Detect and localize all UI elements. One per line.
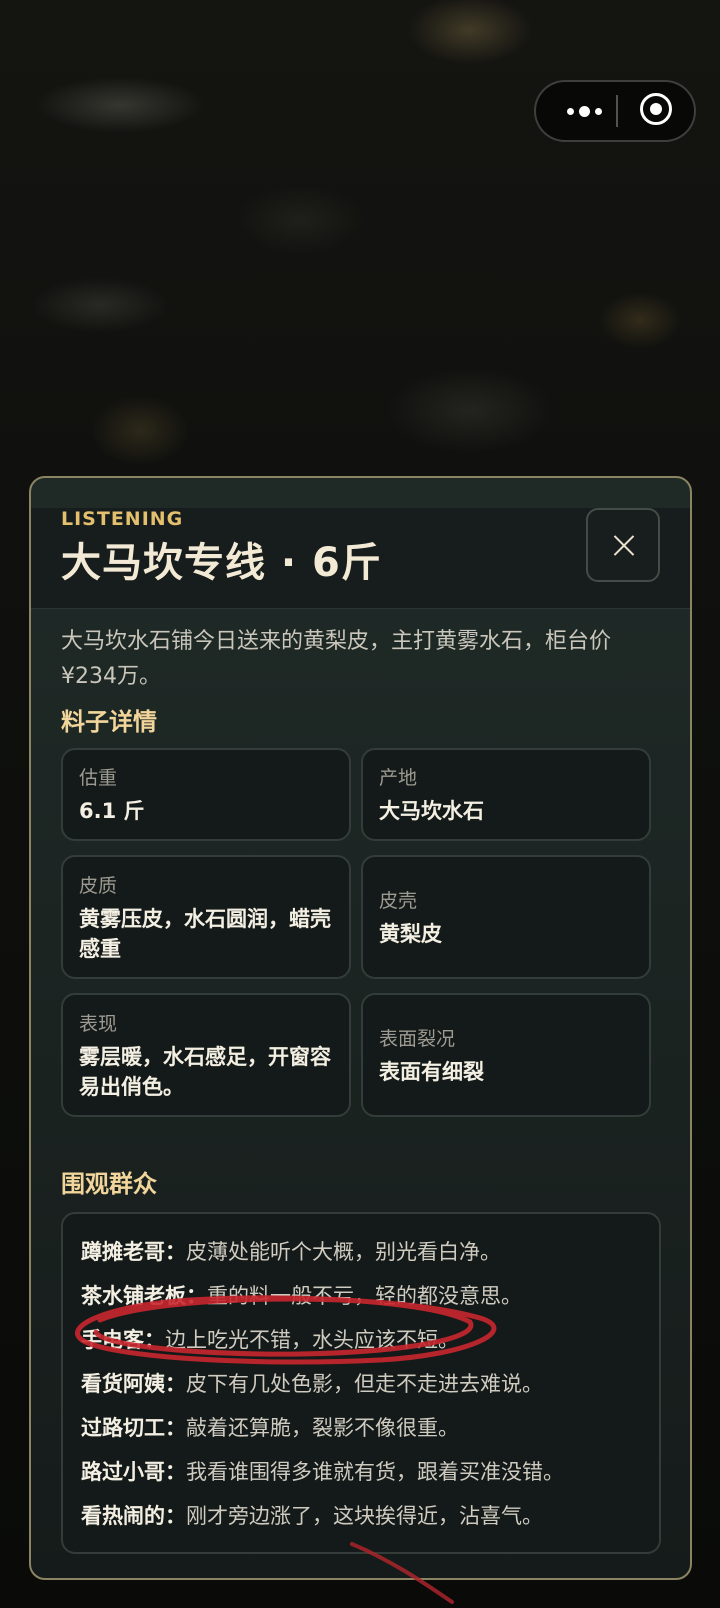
miniprogram-capsule [534, 80, 696, 142]
detail-card-shell: 皮壳 黄梨皮 [361, 855, 651, 979]
comment-text: 边上吃光不错，水头应该不短。 [165, 1328, 459, 1352]
comment-row: 手电客：边上吃光不错，水头应该不短。 [81, 1318, 641, 1362]
close-x-icon[interactable] [586, 508, 660, 582]
stone-detail-panel: LISTENING 大马坎专线 · 6斤 大马坎水石铺今日送来的黄梨皮，主打黄雾… [29, 476, 692, 1580]
status-kicker: LISTENING [61, 508, 184, 530]
commenter-name: 茶水铺老板： [81, 1284, 207, 1308]
details-section-title: 料子详情 [61, 708, 157, 736]
detail-label: 表现 [79, 1012, 118, 1035]
commenter-name: 路过小哥： [81, 1460, 186, 1484]
comment-row: 路过小哥：我看谁围得多谁就有货，跟着买准没错。 [81, 1450, 641, 1494]
comment-row: 蹲摊老哥：皮薄处能听个大概，别光看白净。 [81, 1230, 641, 1274]
commenter-name: 蹲摊老哥： [81, 1240, 186, 1264]
comment-text: 重的料一般不亏，轻的都没意思。 [207, 1284, 522, 1308]
panel-title: 大马坎专线 · 6斤 [61, 540, 382, 586]
comment-row: 看热闹的：刚才旁边涨了，这块挨得近，沾喜气。 [81, 1494, 641, 1538]
detail-value: 雾层暖，水石感足，开窗容易出俏色。 [79, 1044, 331, 1099]
detail-value: 黄雾压皮，水石圆润，蜡壳感重 [79, 906, 331, 961]
crowd-section-title: 围观群众 [61, 1170, 157, 1198]
detail-card-skin-quality: 皮质 黄雾压皮，水石圆润，蜡壳感重 [61, 855, 351, 979]
commenter-name: 过路切工： [81, 1416, 186, 1440]
comment-row: 茶水铺老板：重的料一般不亏，轻的都没意思。 [81, 1274, 641, 1318]
capsule-divider [616, 95, 618, 127]
detail-label: 估重 [79, 767, 118, 789]
detail-card-weight: 估重 6.1 斤 [61, 748, 351, 841]
detail-label: 产地 [379, 767, 418, 789]
detail-value: 黄梨皮 [379, 921, 442, 946]
comment-text: 敲着还算脆，裂影不像很重。 [186, 1416, 459, 1440]
comment-row: 过路切工：敲着还算脆，裂影不像很重。 [81, 1406, 641, 1450]
comment-text: 皮薄处能听个大概，别光看白净。 [186, 1240, 501, 1264]
commenter-name: 看货阿姨： [81, 1372, 186, 1396]
intro-text: 大马坎水石铺今日送来的黄梨皮，主打黄雾水石，柜台价¥234万。 [61, 629, 612, 689]
detail-label: 皮质 [79, 874, 118, 897]
commenter-name: 看热闹的： [81, 1504, 186, 1528]
comment-text: 刚才旁边涨了，这块挨得近，沾喜气。 [186, 1504, 543, 1528]
comment-row: 看货阿姨：皮下有几处色影，但走不走进去难说。 [81, 1362, 641, 1406]
target-circle-icon[interactable] [640, 93, 672, 125]
comment-text: 我看谁围得多谁就有货，跟着买准没错。 [186, 1460, 564, 1484]
detail-value: 大马坎水石 [379, 799, 484, 823]
detail-label: 皮壳 [379, 889, 418, 912]
detail-value: 表面有细裂 [379, 1059, 484, 1084]
detail-card-cracks: 表面裂况 表面有细裂 [361, 993, 651, 1117]
commenter-name: 手电客： [81, 1328, 165, 1352]
comment-text: 皮下有几处色影，但走不走进去难说。 [186, 1372, 543, 1396]
detail-value: 6.1 斤 [79, 799, 145, 823]
more-dots-icon[interactable] [554, 82, 614, 140]
detail-card-origin: 产地 大马坎水石 [361, 748, 651, 841]
detail-card-performance: 表现 雾层暖，水石感足，开窗容易出俏色。 [61, 993, 351, 1117]
detail-label: 表面裂况 [379, 1027, 456, 1050]
crowd-comments-box: 蹲摊老哥：皮薄处能听个大概，别光看白净。 茶水铺老板：重的料一般不亏，轻的都没意… [61, 1212, 661, 1554]
